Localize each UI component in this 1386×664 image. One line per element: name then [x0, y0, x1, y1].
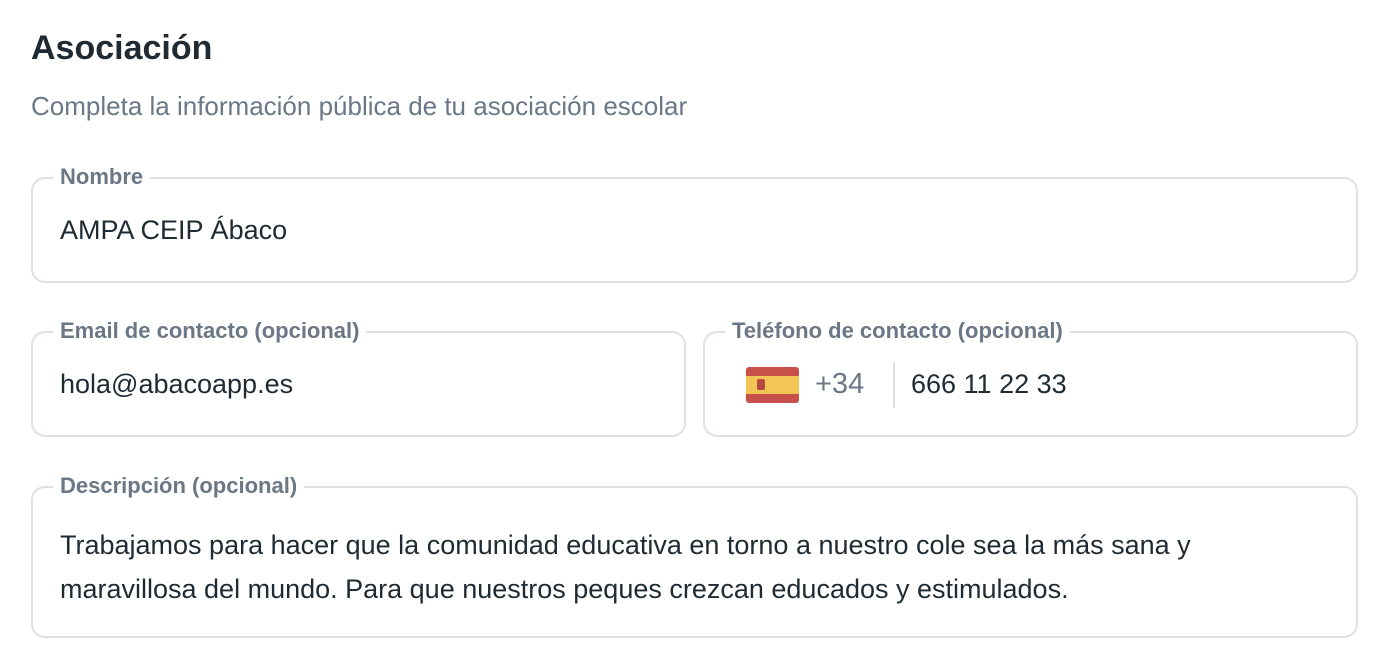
email-field-label: Email de contacto (opcional) — [53, 316, 367, 346]
description-field[interactable]: Descripción (opcional) Trabajamos para h… — [31, 471, 1358, 638]
spain-flag-icon[interactable] — [746, 367, 799, 403]
phone-input[interactable]: 666 11 22 33 — [911, 366, 1067, 402]
phone-field[interactable]: Teléfono de contacto (opcional) +34 666 … — [703, 316, 1358, 437]
flag-stripe-bottom — [746, 394, 799, 403]
flag-stripe-middle — [746, 376, 799, 394]
section-title: Asociación — [31, 29, 213, 67]
name-field[interactable]: Nombre AMPA CEIP Ábaco — [31, 162, 1358, 283]
flag-emblem — [757, 379, 765, 390]
description-field-label: Descripción (opcional) — [53, 471, 305, 501]
description-textarea[interactable]: Trabajamos para hacer que la comunidad e… — [60, 523, 1310, 611]
section-subtitle: Completa la información pública de tu as… — [31, 91, 688, 121]
email-field[interactable]: Email de contacto (opcional) hola@abacoa… — [31, 316, 686, 437]
email-input[interactable]: hola@abacoapp.es — [60, 366, 293, 402]
phone-divider — [893, 362, 895, 408]
country-dial-code[interactable]: +34 — [815, 366, 864, 402]
flag-stripe-top — [746, 367, 799, 376]
phone-field-label: Teléfono de contacto (opcional) — [725, 316, 1070, 346]
name-field-label: Nombre — [53, 162, 151, 192]
name-input[interactable]: AMPA CEIP Ábaco — [60, 212, 287, 248]
